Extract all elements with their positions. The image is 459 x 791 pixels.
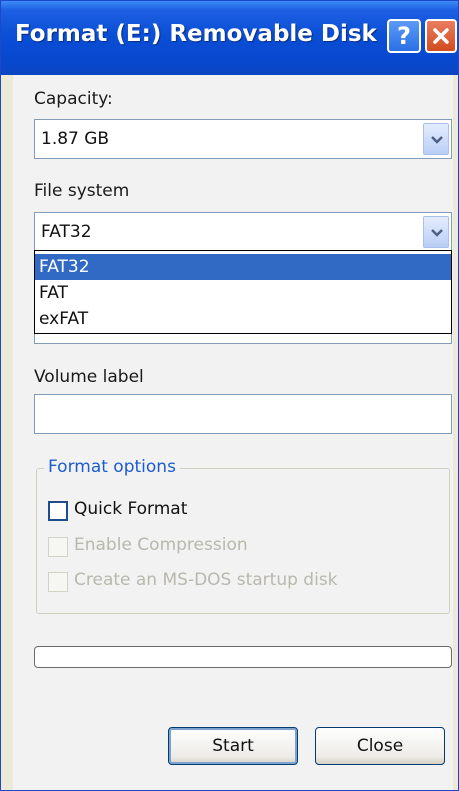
file-system-combo[interactable]: FAT32 <box>34 212 452 252</box>
capacity-combo[interactable]: 1.87 GB <box>34 119 452 159</box>
file-system-option[interactable]: exFAT <box>35 306 451 332</box>
volume-label-input[interactable] <box>34 394 452 434</box>
enable-compression-label: Enable Compression <box>74 535 248 555</box>
help-icon: ? <box>397 22 411 50</box>
capacity-label: Capacity: <box>34 89 113 109</box>
capacity-dropdown-button[interactable] <box>423 123 449 155</box>
chevron-down-icon <box>431 136 443 144</box>
msdos-startup-label: Create an MS-DOS startup disk <box>74 570 338 590</box>
file-system-dropdown-button[interactable] <box>423 216 449 248</box>
quick-format-label[interactable]: Quick Format <box>74 499 187 519</box>
quick-format-checkbox[interactable] <box>48 501 68 521</box>
volume-label-label: Volume label <box>34 367 144 387</box>
file-system-option[interactable]: FAT <box>35 280 451 306</box>
format-options-legend: Format options <box>44 457 180 477</box>
file-system-option[interactable]: FAT32 <box>35 254 451 280</box>
enable-compression-checkbox <box>48 537 68 557</box>
chevron-down-icon <box>431 229 443 237</box>
file-system-value: FAT32 <box>41 222 92 242</box>
title-bar[interactable]: Format (E:) Removable Disk ? <box>1 1 458 75</box>
file-system-dropdown-list: FAT32 FAT exFAT <box>34 250 452 334</box>
file-system-label: File system <box>34 181 130 201</box>
help-button[interactable]: ? <box>387 19 421 53</box>
start-button[interactable]: Start <box>168 727 298 765</box>
close-icon <box>433 28 449 44</box>
msdos-startup-checkbox <box>48 572 68 592</box>
format-progress-bar <box>34 646 452 668</box>
close-button[interactable]: Close <box>315 727 445 765</box>
format-dialog: Format (E:) Removable Disk ? Capacity: 1… <box>0 0 459 791</box>
close-window-button[interactable] <box>425 19 457 53</box>
capacity-value: 1.87 GB <box>41 129 110 149</box>
window-title: Format (E:) Removable Disk <box>15 21 377 47</box>
